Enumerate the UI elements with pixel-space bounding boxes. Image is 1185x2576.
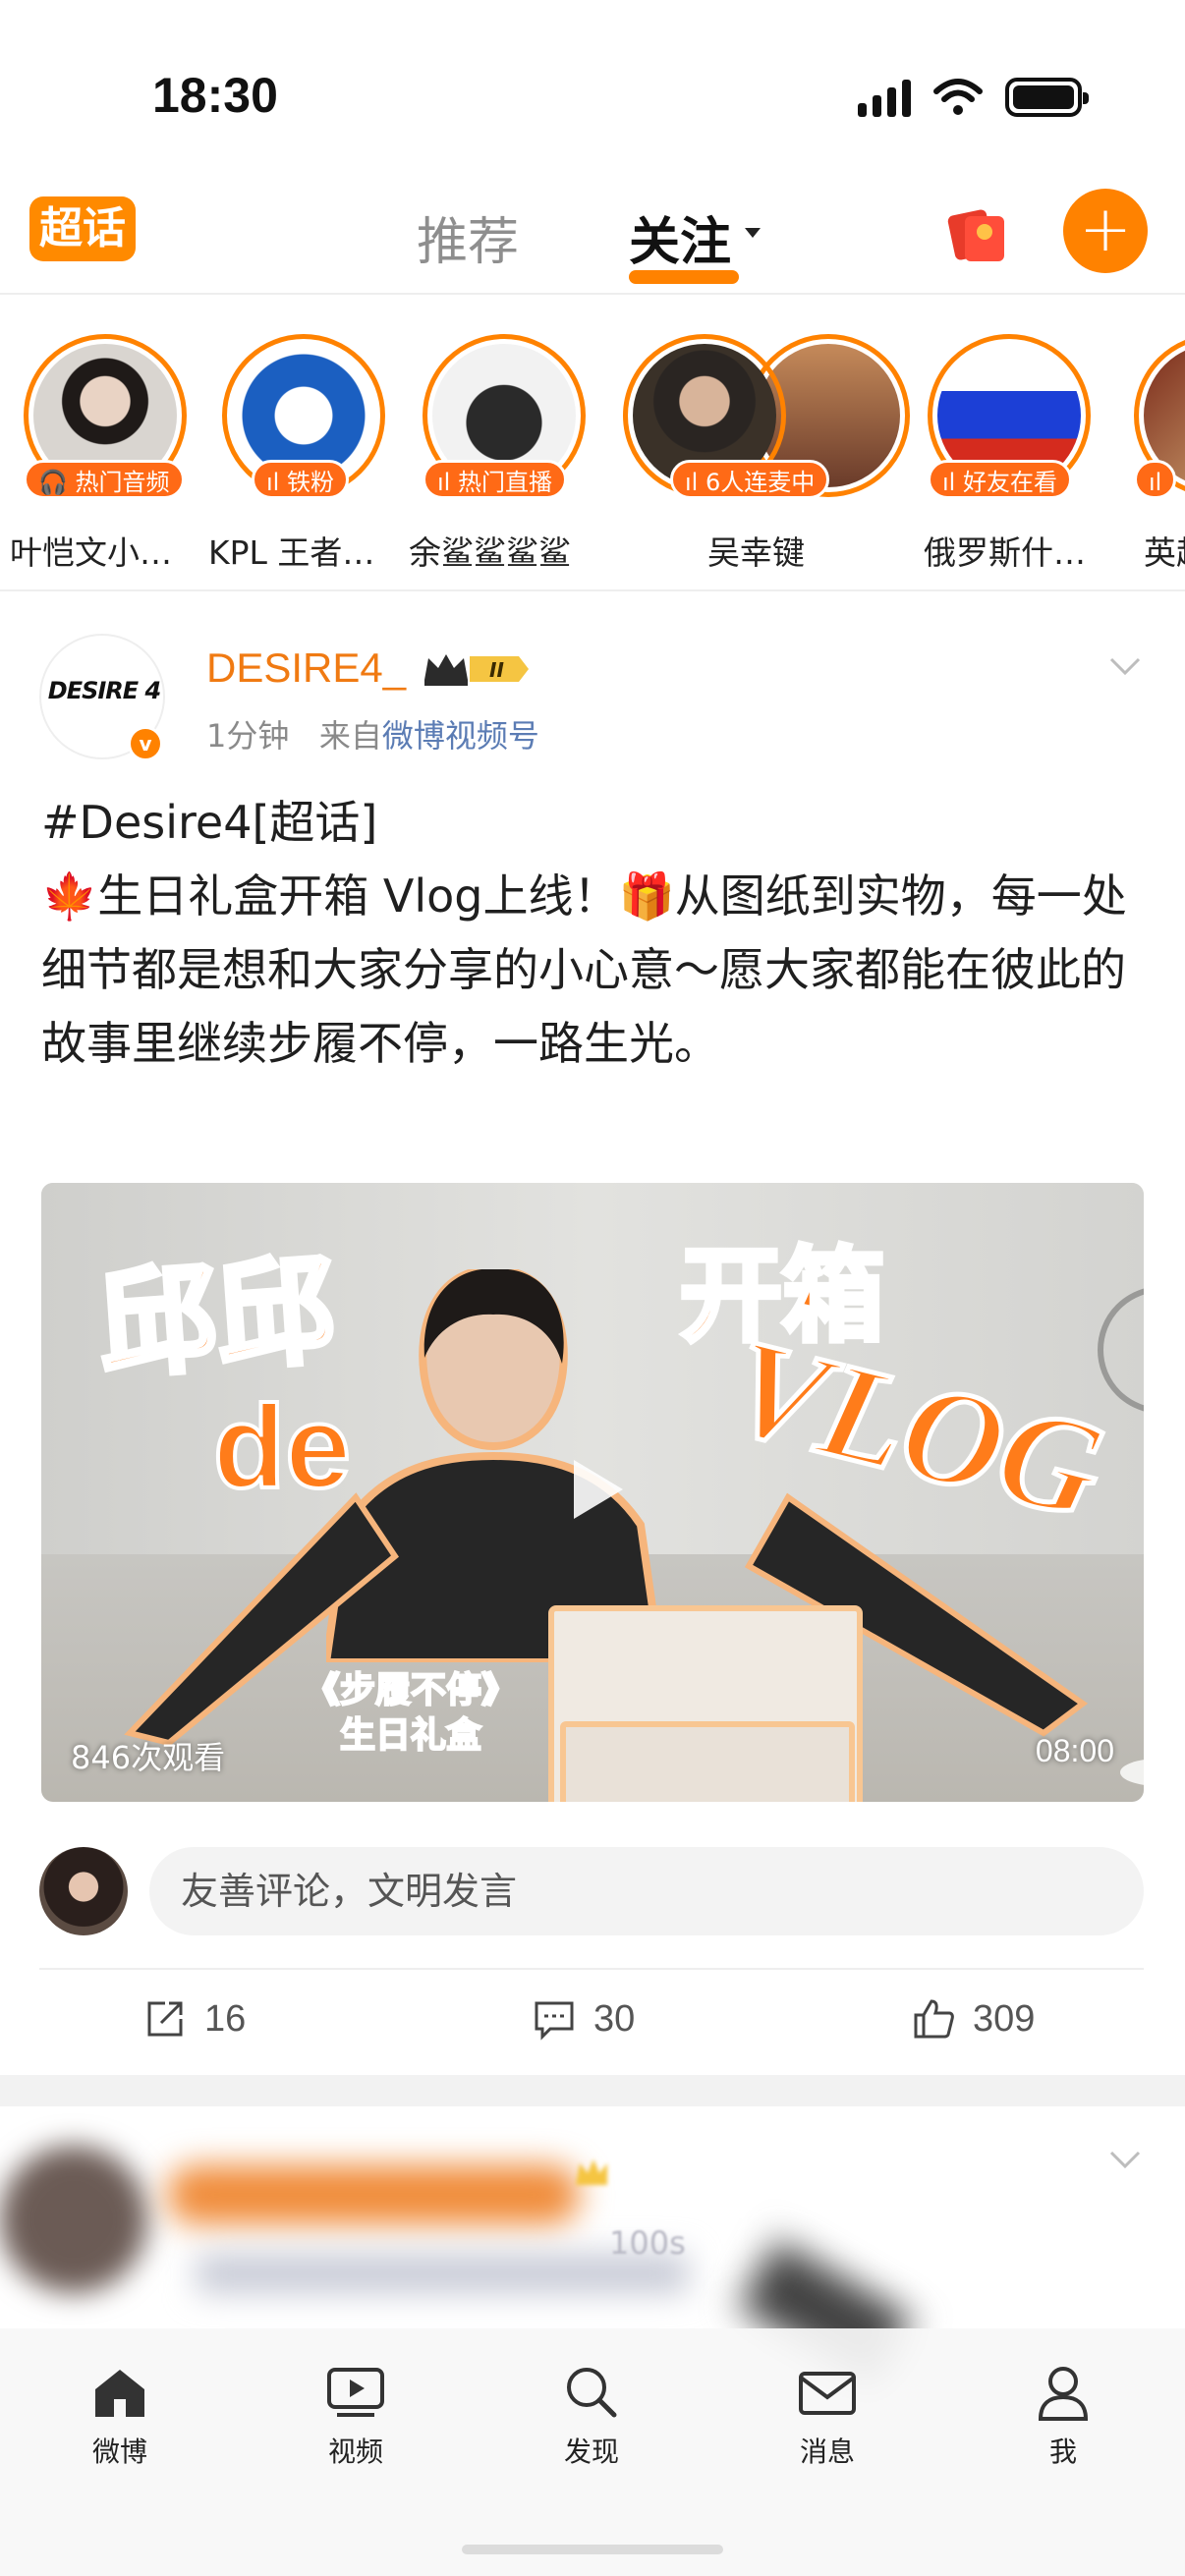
video-duration: 08:00 [1035, 1733, 1114, 1768]
tab-follow-label: 关注 [629, 213, 732, 272]
status-icons [858, 73, 1089, 122]
chevron-down-icon[interactable] [1108, 2142, 1142, 2175]
story-badge: ıl [1134, 460, 1177, 499]
post-hashtag[interactable]: #Desire4[超话] [41, 786, 1152, 860]
thumbs-up-icon [914, 1999, 954, 2039]
cellular-signal-icon [858, 78, 911, 117]
play-icon[interactable] [554, 1450, 633, 1529]
tab-label: 微博 [91, 2436, 147, 2468]
avatar-logo-text: DESIRE 4 [47, 677, 161, 704]
video-overlay-caption: 《步履不停》 生日礼盒 [304, 1668, 518, 1759]
verified-badge-icon: v [128, 726, 163, 761]
tab-video[interactable]: 视频 [297, 2360, 415, 2470]
battery-icon [1005, 78, 1089, 117]
status-bar: 18:30 [0, 0, 1185, 177]
tab-label: 消息 [799, 2436, 855, 2468]
tab-weibo-home[interactable]: 微博 [61, 2360, 179, 2470]
like-button[interactable]: 309 [912, 1994, 1035, 2044]
tab-label: 视频 [327, 2436, 383, 2468]
status-time: 18:30 [152, 68, 278, 123]
caret-down-icon [745, 228, 761, 238]
tab-label: 发现 [563, 2436, 619, 2468]
chevron-down-icon[interactable] [1108, 648, 1142, 682]
story-badge: ıl 好友在看 [928, 460, 1072, 499]
post-author-name[interactable]: DESIRE4_ [206, 644, 406, 692]
post-source[interactable]: 微博视频号 [382, 717, 539, 755]
home-icon [95, 2370, 144, 2417]
comment-count: 30 [593, 1997, 636, 2040]
mail-icon [799, 2372, 856, 2415]
post-time: 1分钟 [206, 717, 290, 755]
like-count: 309 [973, 1997, 1036, 2040]
add-button[interactable]: + [1063, 189, 1148, 273]
tab-label: 我 [1048, 2436, 1077, 2468]
story-badge: ıl 铁粉 [252, 460, 349, 499]
search-icon [567, 2368, 617, 2418]
tab-discover[interactable]: 发现 [533, 2360, 650, 2470]
caption-line: 《步履不停》 [304, 1669, 518, 1711]
blurred-avatar [0, 2146, 147, 2293]
story-badge-label: 好友在看 [962, 469, 1057, 496]
red-packet-icon[interactable] [945, 202, 1008, 263]
story-badge: ıl 6人连麦中 [670, 460, 830, 499]
tab-messages[interactable]: 消息 [768, 2360, 886, 2470]
repost-count: 16 [204, 1997, 247, 2040]
story-name: 英超 [1144, 533, 1185, 572]
crown-level-icon: II [424, 654, 529, 686]
story-badge-label: 6人连麦中 [705, 469, 816, 496]
tab-me[interactable]: 我 [1004, 2360, 1122, 2470]
video-views: 846次观看 [71, 1739, 226, 1776]
divider [39, 1968, 1144, 1970]
user-avatar[interactable] [39, 1847, 128, 1935]
tab-follow[interactable]: 关注 [629, 200, 761, 284]
gift-box-image [560, 1721, 855, 1802]
comment-icon [535, 2001, 574, 2041]
story-badge-label: 热门音频 [75, 469, 170, 496]
caption-line: 生日礼盒 [339, 1714, 482, 1757]
top-header: 超话 推荐 关注 + [0, 177, 1185, 295]
comment-button[interactable]: 30 [533, 1994, 635, 2044]
stories-row: 🎧 热门音频 叶恺文小… ıl 铁粉 KPL 王者… ıl 热门直播 余鲨鲨鲨鲨… [0, 297, 1185, 591]
tab-recommend[interactable]: 推荐 [417, 200, 519, 274]
video-icon [327, 2368, 384, 2417]
post-separator [0, 2075, 1185, 2106]
user-icon [1038, 2367, 1089, 2421]
post-meta: 1分钟 来自微博视频号 [206, 711, 539, 756]
crown-level-text: II [489, 658, 504, 682]
video-overlay-de: de [211, 1379, 353, 1515]
divider [0, 589, 1185, 591]
wifi-icon [933, 79, 983, 115]
crown-icon [576, 2159, 607, 2185]
repost-button[interactable]: 16 [143, 1994, 246, 2044]
post-text: #Desire4[超话] 🍁生日礼盒开箱 Vlog上线！🎁从图纸到实物，每一处细… [41, 786, 1152, 1081]
next-post-meta: 100s [609, 2224, 686, 2262]
repost-icon [147, 2001, 183, 2037]
story-name: 叶恺文小… [10, 533, 172, 572]
story-name: 余鲨鲨鲨鲨 [409, 533, 571, 572]
video-overlay-title-left: 邱邱 [92, 1240, 342, 1397]
story-badge: ıl 热门直播 [423, 460, 567, 499]
post-body: 🍁生日礼盒开箱 Vlog上线！🎁从图纸到实物，每一处细节都是想和大家分享的小心意… [41, 869, 1127, 1070]
story-name: KPL 王者… [208, 533, 375, 572]
story-name: 吴幸键 [707, 533, 805, 572]
story-name: 俄罗斯什… [924, 533, 1086, 572]
story-badge: 🎧 热门音频 [24, 460, 185, 499]
comment-input[interactable]: 友善评论，文明发言 [149, 1847, 1144, 1935]
home-indicator[interactable] [462, 2545, 723, 2554]
active-tab-underline [629, 270, 739, 284]
story-badge-label: 铁粉 [286, 469, 334, 496]
post-author-avatar[interactable]: DESIRE 4 v [39, 634, 165, 761]
super-topic-logo[interactable]: 超话 [29, 196, 136, 261]
video-player[interactable]: 邱邱 de 开箱 VLOG 《步履不停》 生日礼盒 846次观看 08:00 [41, 1183, 1144, 1802]
bottom-tab-bar: 微博 视频 发现 消息 我 [0, 2328, 1185, 2576]
post-source-prefix: 来自 [318, 717, 382, 755]
story-badge-label: 热门直播 [457, 469, 552, 496]
blurred-author [167, 2165, 580, 2224]
